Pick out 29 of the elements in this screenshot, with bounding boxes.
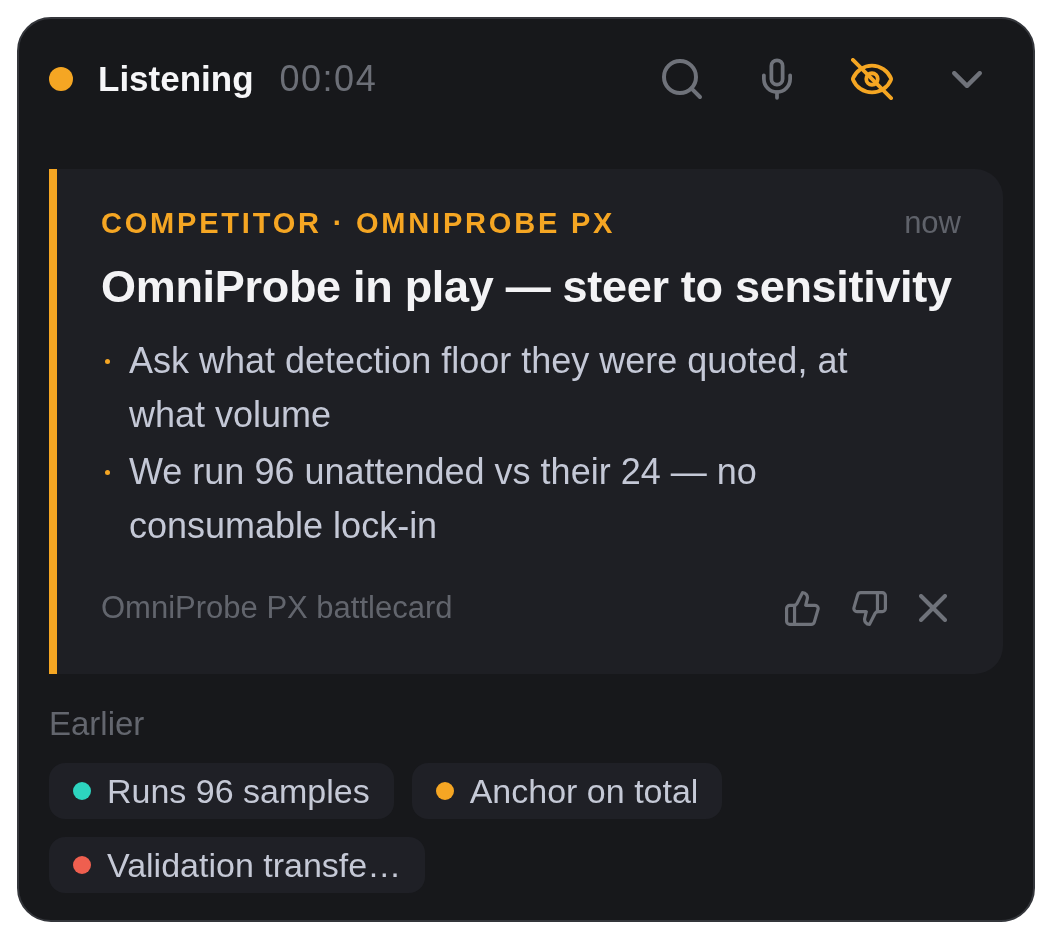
- eye-slash-icon: [851, 58, 893, 100]
- thumbs-down-button[interactable]: [852, 590, 887, 626]
- search-icon: [661, 58, 703, 100]
- dismiss-button[interactable]: [919, 594, 947, 622]
- elapsed-time: 00:04: [279, 58, 378, 100]
- earlier-heading: Earlier: [49, 705, 146, 743]
- microphone-button[interactable]: [762, 58, 792, 100]
- card-time: now: [904, 206, 961, 240]
- card-category: COMPETITOR · OMNIPROBE PX: [101, 206, 616, 240]
- thumbs-down-icon: [852, 590, 887, 626]
- thumbs-up-icon: [785, 590, 820, 626]
- card-title: OmniProbe in play — steer to sensitivity: [101, 261, 953, 313]
- earlier-chip[interactable]: Anchor on total: [411, 763, 723, 819]
- card-source: OmniProbe PX battlecard: [101, 590, 453, 626]
- earlier-chip[interactable]: Runs 96 samples: [49, 763, 394, 819]
- earlier-chip[interactable]: Validation transfe…: [49, 837, 426, 893]
- bullet-dot-icon: [105, 359, 110, 364]
- search-button[interactable]: [661, 58, 703, 100]
- bullet-dot-icon: [105, 470, 110, 475]
- microphone-icon: [762, 58, 792, 100]
- status-label: Listening: [98, 59, 254, 99]
- status-dot-icon: [49, 67, 73, 91]
- hide-button[interactable]: [851, 58, 893, 100]
- thumbs-up-button[interactable]: [785, 590, 820, 626]
- bullet-text: We run 96 unattended vs their 24 — no consumable lock-in: [129, 450, 758, 548]
- collapse-button[interactable]: [952, 70, 982, 88]
- bullet-text: Ask what detection floor they were quoted, at what volume: [129, 339, 849, 437]
- close-icon: [919, 594, 947, 622]
- chevron-down-icon: [952, 70, 982, 88]
